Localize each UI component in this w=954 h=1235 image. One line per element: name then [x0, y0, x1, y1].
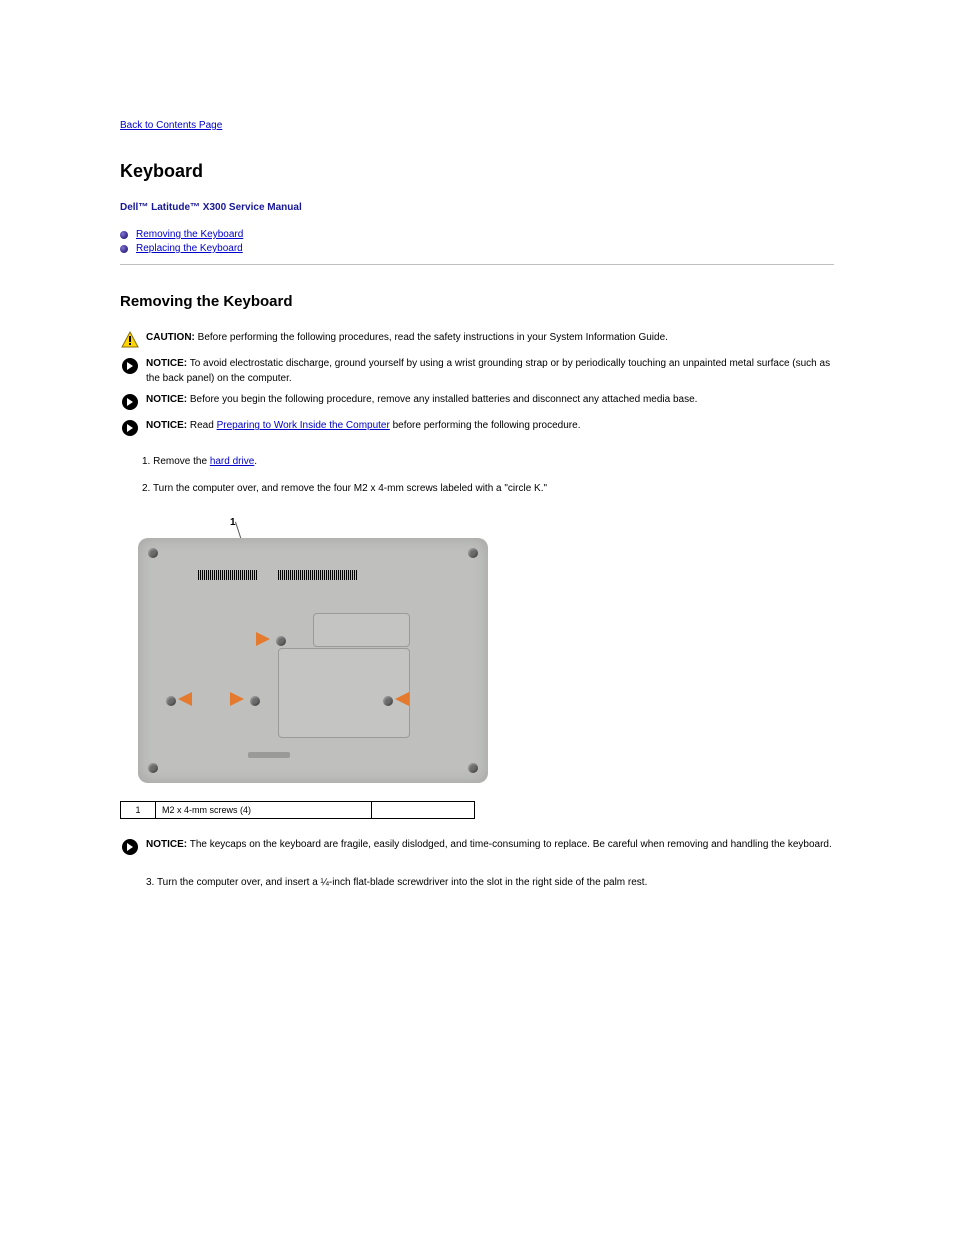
notice-callout-4: NOTICE: The keycaps on the keyboard are … [120, 837, 834, 857]
divider [120, 264, 834, 265]
notice-callout-1: NOTICE: To avoid electrostatic discharge… [120, 356, 834, 386]
toc-list: Removing the Keyboard Replacing the Keyb… [120, 229, 834, 254]
section-heading: Removing the Keyboard [120, 293, 834, 310]
step-3: 3. Turn the computer over, and insert a … [146, 875, 834, 890]
step-1: 1. Remove the hard drive. [142, 454, 834, 469]
notice-text-4: NOTICE: The keycaps on the keyboard are … [146, 837, 834, 852]
toc-item-removing[interactable]: Removing the Keyboard [120, 229, 834, 240]
page-title: Keyboard [120, 161, 834, 182]
notice-icon [120, 418, 140, 438]
caution-icon [120, 330, 140, 350]
notice-text-1: NOTICE: To avoid electrostatic discharge… [146, 356, 834, 386]
caution-callout: CAUTION: Before performing the following… [120, 330, 834, 350]
caution-text: CAUTION: Before performing the following… [146, 330, 834, 345]
step-2: 2. Turn the computer over, and remove th… [142, 481, 834, 496]
notice-icon [120, 837, 140, 857]
parts-empty [372, 802, 475, 819]
keyboard-removal-photo: 1 [138, 508, 488, 793]
link-hard-drive[interactable]: hard drive [210, 456, 254, 467]
notice-callout-3: NOTICE: Read Preparing to Work Inside th… [120, 418, 834, 438]
laptop-bottom-case [138, 538, 488, 783]
breadcrumb: Dell™ Latitude™ X300 Service Manual [120, 202, 834, 213]
notice-callout-2: NOTICE: Before you begin the following p… [120, 392, 834, 412]
parts-desc: M2 x 4-mm screws (4) [156, 802, 372, 819]
parts-table: 1 M2 x 4-mm screws (4) [120, 801, 475, 819]
notice-icon [120, 392, 140, 412]
parts-num: 1 [121, 802, 156, 819]
notice-icon [120, 356, 140, 376]
back-link[interactable]: Back to Contents Page [120, 120, 834, 131]
table-row: 1 M2 x 4-mm screws (4) [121, 802, 475, 819]
link-preparing[interactable]: Preparing to Work Inside the Computer [217, 420, 390, 431]
notice-text-3: NOTICE: Read Preparing to Work Inside th… [146, 418, 834, 433]
toc-item-replacing[interactable]: Replacing the Keyboard [120, 243, 834, 254]
notice-text-2: NOTICE: Before you begin the following p… [146, 392, 834, 407]
